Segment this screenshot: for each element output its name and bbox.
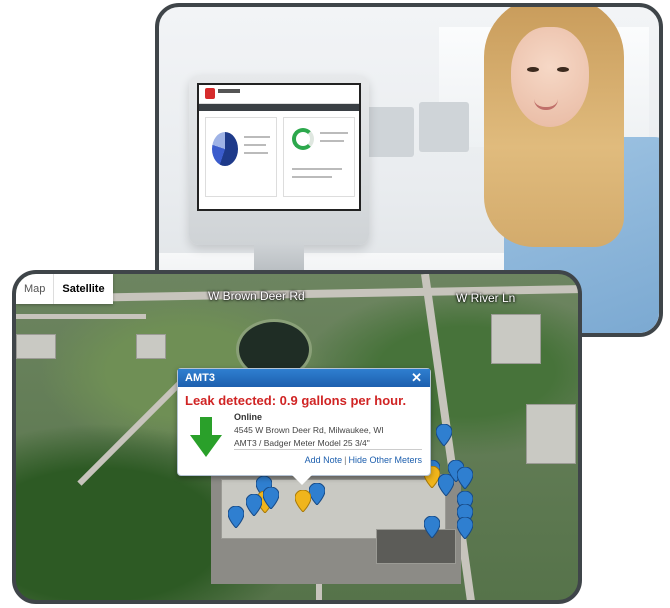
meter-marker-blue[interactable] bbox=[457, 517, 473, 539]
meter-marker-blue[interactable] bbox=[228, 506, 244, 528]
hide-other-meters-link[interactable]: Hide Other Meters bbox=[348, 455, 422, 465]
close-icon[interactable]: ✕ bbox=[411, 370, 422, 386]
person-eye bbox=[557, 67, 569, 72]
meter-marker-blue[interactable] bbox=[309, 483, 325, 505]
background-monitor bbox=[419, 102, 469, 152]
dashboard-header bbox=[199, 85, 359, 104]
monitor-stand bbox=[254, 243, 304, 273]
building bbox=[491, 314, 541, 364]
road-label: W Brown Deer Rd bbox=[208, 289, 305, 303]
dashboard-logo-text bbox=[218, 89, 240, 93]
dashboard-logo bbox=[205, 88, 215, 99]
popup-title: AMT3 bbox=[185, 372, 215, 384]
dashboard-panel-gauge bbox=[283, 117, 355, 197]
popup-header: AMT3 ✕ bbox=[178, 369, 430, 387]
meter-status: Online bbox=[234, 412, 263, 422]
meter-info-popup: AMT3 ✕ Leak detected: 0.9 gallons per ho… bbox=[177, 368, 431, 485]
meter-marker-blue[interactable] bbox=[424, 516, 440, 538]
computer-monitor bbox=[189, 75, 369, 273]
meter-marker-blue[interactable] bbox=[246, 494, 262, 516]
road-label: W River Ln bbox=[456, 291, 516, 305]
map-button[interactable]: Map bbox=[16, 274, 53, 304]
road bbox=[16, 314, 146, 319]
person-eye bbox=[527, 67, 539, 72]
building bbox=[16, 334, 56, 359]
dashboard-nav bbox=[199, 104, 359, 111]
person-face bbox=[511, 27, 589, 127]
building bbox=[136, 334, 166, 359]
monitor-screen bbox=[197, 83, 361, 211]
building bbox=[376, 529, 456, 564]
map-type-toggle: Map Satellite bbox=[16, 274, 113, 304]
leak-alert-text: Leak detected: 0.9 gallons per hour. bbox=[185, 393, 407, 408]
meter-marker-blue[interactable] bbox=[436, 424, 452, 446]
building bbox=[526, 404, 576, 464]
pie-chart bbox=[212, 132, 238, 166]
meter-marker-yellow[interactable] bbox=[295, 490, 311, 512]
gauge-ring bbox=[292, 128, 314, 150]
satellite-button[interactable]: Satellite bbox=[53, 274, 112, 304]
add-note-link[interactable]: Add Note bbox=[305, 455, 343, 465]
popup-actions: Add Note | Hide Other Meters bbox=[305, 455, 422, 465]
down-arrow-icon bbox=[190, 417, 222, 457]
satellite-map[interactable]: Rd W Brown Deer Rd W River Ln Map Satell… bbox=[12, 270, 582, 604]
divider bbox=[234, 449, 422, 450]
meter-marker-blue[interactable] bbox=[457, 467, 473, 489]
dashboard-panel-pie bbox=[205, 117, 277, 197]
meter-model: AMT3 / Badger Meter Model 25 3/4" bbox=[234, 438, 370, 448]
meter-address: 4545 W Brown Deer Rd, Milwaukee, WI bbox=[234, 425, 384, 435]
meter-marker-blue[interactable] bbox=[263, 487, 279, 509]
